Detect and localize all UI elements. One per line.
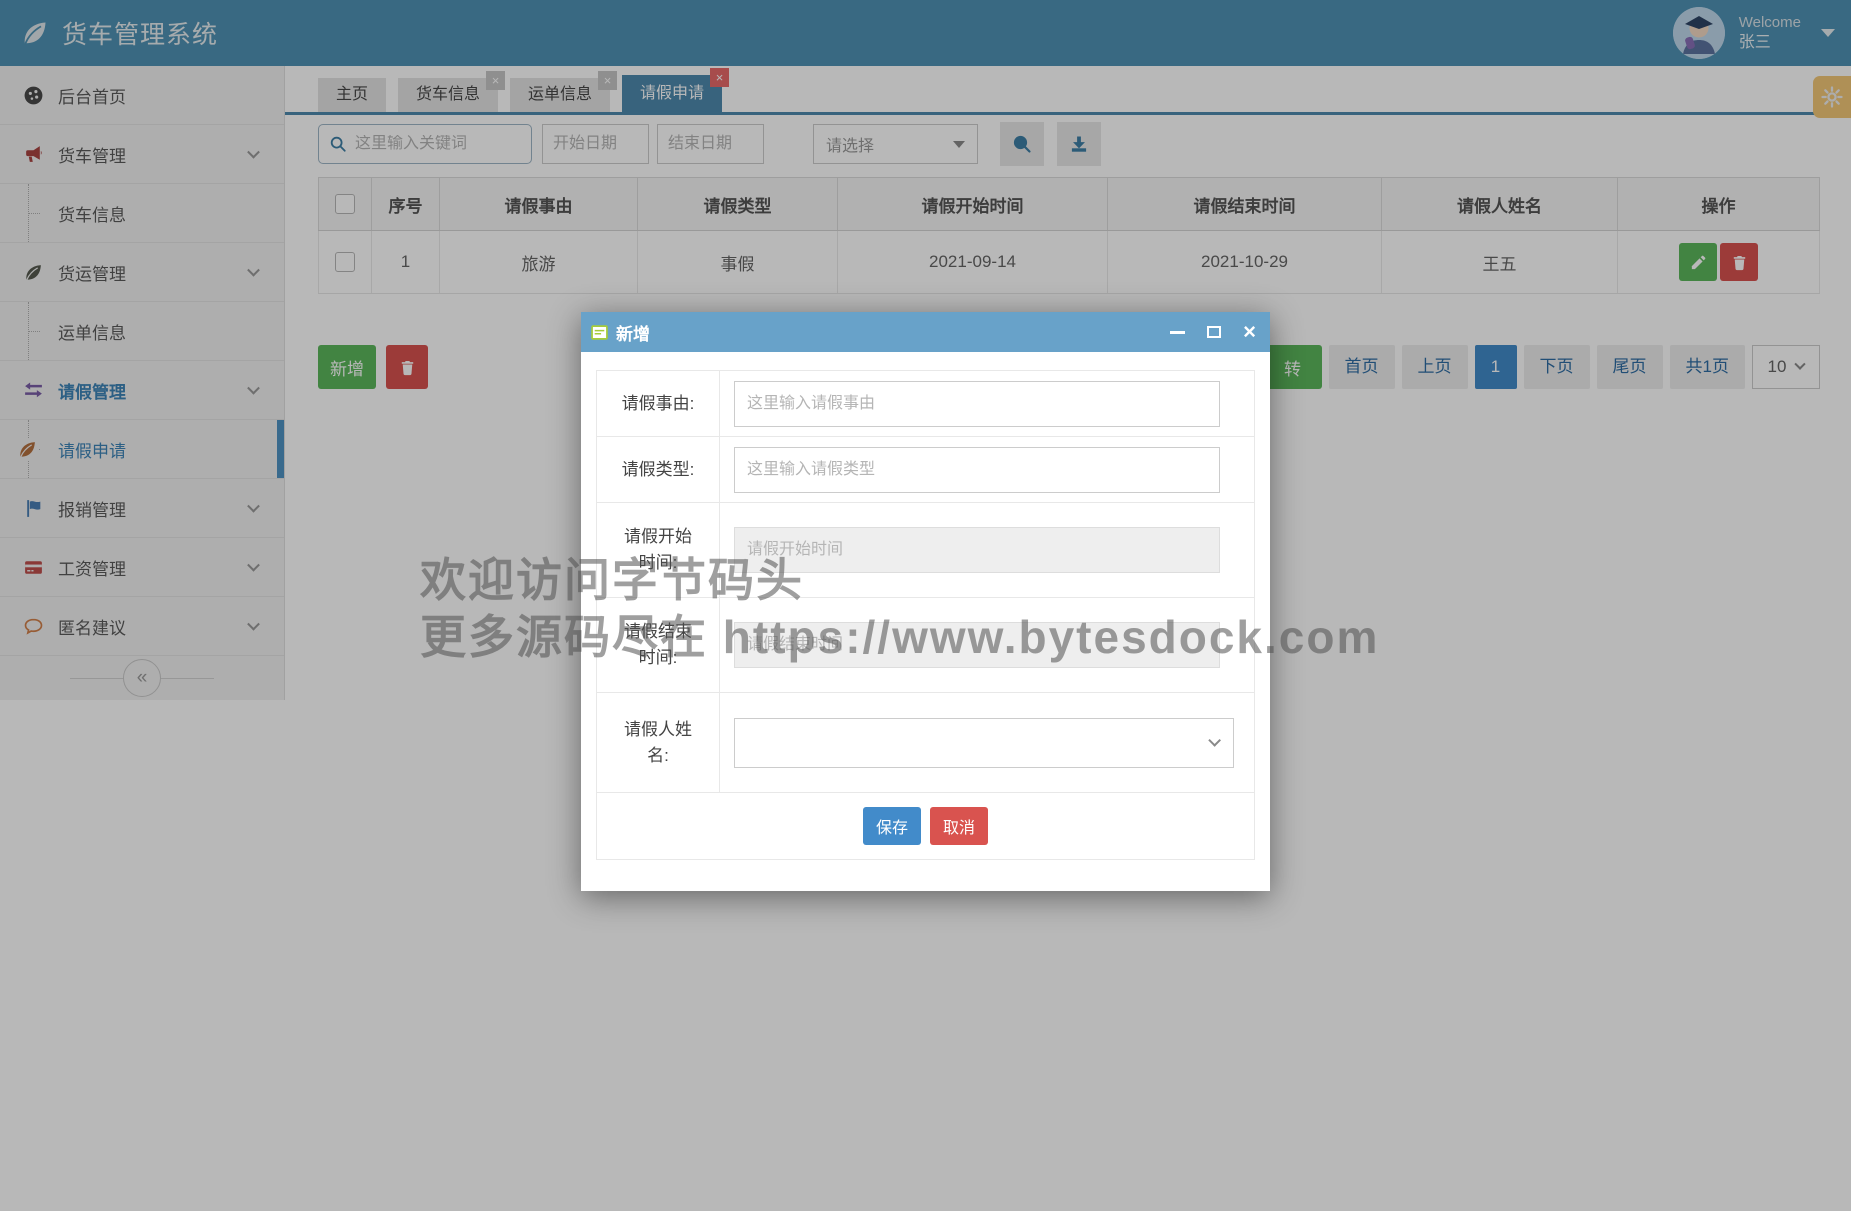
reason-input[interactable] — [734, 380, 1220, 427]
form-row-type: 请假类型: — [597, 437, 1254, 503]
person-name-select[interactable] — [734, 717, 1234, 768]
add-dialog: 新增 × 请假事由: 请假类型: — [581, 312, 1270, 891]
chevron-down-icon — [1208, 734, 1221, 747]
dialog-titlebar[interactable]: 新增 × — [581, 312, 1270, 352]
start-time-input[interactable] — [734, 527, 1220, 573]
field-label: 请假人姓名: — [597, 693, 720, 792]
window-controls: × — [1170, 321, 1256, 343]
screen: 货车管理系统 Welcome 张三 后台首页 货车管理 货车信息 货运管理 运单… — [0, 0, 1851, 1211]
field-label: 请假类型: — [597, 437, 720, 502]
form-row-start: 请假开始时间: — [597, 503, 1254, 598]
dialog-title: 新增 — [616, 324, 650, 344]
cancel-button[interactable]: 取消 — [930, 807, 988, 845]
dialog-body: 请假事由: 请假类型: 请假开始时间: — [581, 352, 1270, 860]
minimize-icon[interactable] — [1170, 330, 1186, 334]
maximize-icon[interactable] — [1207, 326, 1222, 338]
form-row-end: 请假结束时间: — [597, 598, 1254, 693]
form-buttons-row: 保存 取消 — [597, 793, 1254, 859]
type-input[interactable] — [734, 446, 1220, 493]
form-row-name: 请假人姓名: — [597, 693, 1254, 793]
close-icon[interactable]: × — [1243, 321, 1256, 343]
dialog-form: 请假事由: 请假类型: 请假开始时间: — [596, 370, 1255, 860]
field-label: 请假开始时间: — [597, 503, 720, 597]
field-label: 请假结束时间: — [597, 598, 720, 692]
form-row-reason: 请假事由: — [597, 371, 1254, 437]
end-time-input[interactable] — [734, 622, 1220, 668]
save-button[interactable]: 保存 — [863, 807, 921, 845]
window-icon — [591, 324, 608, 340]
field-label: 请假事由: — [597, 371, 720, 436]
